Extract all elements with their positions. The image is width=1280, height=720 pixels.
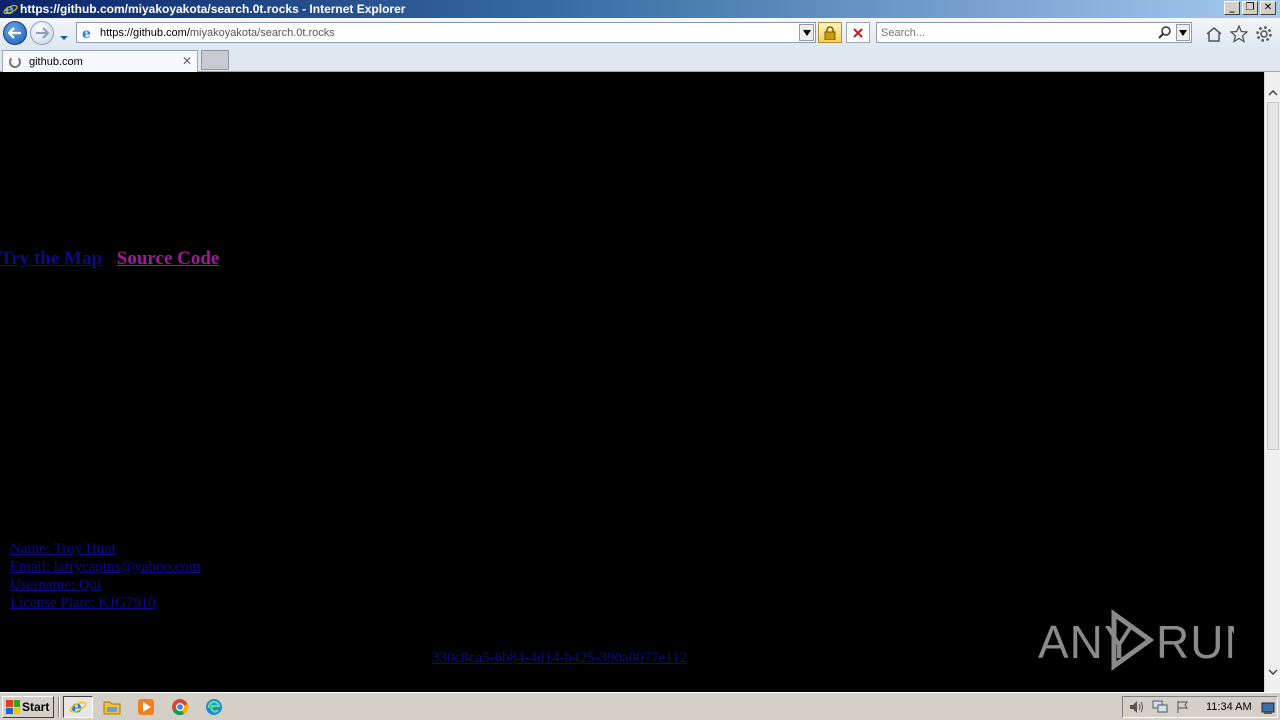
show-desktop-icon[interactable] bbox=[1261, 700, 1275, 714]
search-dropdown-button[interactable] bbox=[1176, 24, 1190, 41]
recent-pages-dropdown[interactable] bbox=[58, 28, 70, 40]
favorites-button[interactable] bbox=[1229, 24, 1249, 44]
taskbar-separator bbox=[58, 697, 60, 717]
forward-button[interactable] bbox=[30, 21, 54, 45]
email-link[interactable]: Email: larrycaptns@yahoo.com bbox=[10, 558, 200, 576]
clock[interactable]: 11:34 AM bbox=[1206, 701, 1252, 713]
url-text: https://github.com/miyakoyakota/search.0… bbox=[100, 26, 335, 39]
loading-spinner-icon bbox=[9, 55, 21, 68]
source-code-link[interactable]: Source Code bbox=[117, 248, 220, 269]
page-content: Try the Map Source Code Name: Troy Hunt … bbox=[0, 72, 1264, 692]
page-icon: e bbox=[80, 25, 96, 42]
svg-text:e: e bbox=[4, 2, 13, 17]
scroll-up-button[interactable] bbox=[1265, 84, 1280, 101]
internet-explorer-icon: e bbox=[2, 1, 18, 17]
chevron-down-icon bbox=[60, 36, 68, 40]
volume-icon[interactable] bbox=[1128, 698, 1146, 716]
start-label: Start bbox=[22, 700, 50, 714]
svg-text:RUN: RUN bbox=[1156, 616, 1234, 668]
tab-github[interactable]: github.com ✕ bbox=[2, 50, 198, 72]
uuid-link[interactable]: 330c8ca5-6b84-4d14-b425-390a0077e112 bbox=[432, 650, 687, 667]
stop-button[interactable] bbox=[846, 22, 870, 43]
try-map-link[interactable]: Try the Map bbox=[0, 248, 102, 269]
home-icon bbox=[1206, 27, 1222, 42]
tab-bar: github.com ✕ bbox=[0, 48, 1280, 72]
taskbar-chrome[interactable] bbox=[165, 696, 195, 718]
license-plate-link[interactable]: License Plate: KJG7910 bbox=[10, 594, 200, 612]
chrome-icon bbox=[172, 699, 189, 716]
home-button[interactable] bbox=[1204, 24, 1224, 44]
chevron-down-icon bbox=[1268, 668, 1278, 675]
search-icon[interactable] bbox=[1157, 25, 1173, 41]
close-button[interactable]: ✕ bbox=[1260, 1, 1276, 15]
anyrun-watermark: ANY RUN bbox=[1038, 608, 1234, 672]
arrow-right-icon bbox=[36, 27, 49, 39]
star-icon bbox=[1230, 25, 1248, 43]
window-title: https://github.com/miyakoyakota/search.0… bbox=[20, 2, 406, 16]
edge-icon bbox=[206, 699, 222, 715]
media-player-icon bbox=[138, 699, 154, 715]
network-icon[interactable] bbox=[1151, 698, 1169, 716]
svg-text:e: e bbox=[82, 26, 91, 41]
gear-icon bbox=[1256, 26, 1272, 42]
search-input[interactable] bbox=[881, 26, 1151, 39]
windows-logo-icon bbox=[6, 700, 20, 714]
back-button[interactable] bbox=[3, 21, 27, 45]
chevron-down-icon bbox=[1179, 29, 1187, 36]
start-button[interactable]: Start bbox=[2, 696, 54, 718]
restore-button[interactable]: ❐ bbox=[1242, 1, 1258, 15]
anyrun-logo: ANY RUN bbox=[1038, 609, 1234, 671]
taskbar-file-explorer[interactable] bbox=[97, 696, 127, 718]
window-controls: _ ❐ ✕ bbox=[1224, 1, 1276, 15]
scroll-down-button[interactable] bbox=[1265, 663, 1280, 680]
tab-close-icon[interactable]: ✕ bbox=[182, 54, 192, 68]
chevron-down-icon bbox=[802, 29, 811, 36]
navigation-bar: e https://github.com/miyakoyakota/search… bbox=[0, 18, 1280, 48]
close-icon bbox=[853, 27, 863, 38]
taskbar-edge[interactable] bbox=[199, 696, 229, 718]
arrow-left-icon bbox=[8, 27, 21, 39]
tab-label: github.com bbox=[29, 55, 83, 68]
window-titlebar: e https://github.com/miyakoyakota/search… bbox=[0, 0, 1280, 18]
info-block: Name: Troy Hunt Email: larrycaptns@yahoo… bbox=[10, 540, 200, 612]
vertical-scrollbar[interactable] bbox=[1264, 72, 1280, 692]
lock-icon bbox=[824, 25, 836, 40]
taskbar-internet-explorer[interactable]: e bbox=[63, 696, 93, 718]
address-dropdown-button[interactable] bbox=[799, 24, 814, 41]
search-box bbox=[876, 22, 1192, 43]
taskbar: Start e 11:34 AM bbox=[0, 692, 1280, 720]
system-tray: 11:34 AM bbox=[1122, 696, 1278, 718]
minimize-button[interactable]: _ bbox=[1224, 1, 1240, 15]
address-bar[interactable]: e https://github.com/miyakoyakota/search… bbox=[76, 22, 816, 43]
new-tab-button[interactable] bbox=[201, 50, 229, 70]
chevron-up-icon bbox=[1268, 89, 1278, 96]
taskbar-media-player[interactable] bbox=[131, 696, 161, 718]
folder-icon bbox=[103, 701, 121, 715]
top-links: Try the Map Source Code bbox=[0, 248, 219, 270]
security-lock-button[interactable] bbox=[818, 22, 842, 43]
action-center-flag-icon[interactable] bbox=[1174, 698, 1192, 716]
scroll-thumb[interactable] bbox=[1267, 102, 1279, 450]
username-link[interactable]: Username: Qui bbox=[10, 576, 200, 594]
tools-button[interactable] bbox=[1254, 24, 1274, 44]
name-link[interactable]: Name: Troy Hunt bbox=[10, 540, 200, 558]
internet-explorer-icon: e bbox=[69, 698, 87, 716]
